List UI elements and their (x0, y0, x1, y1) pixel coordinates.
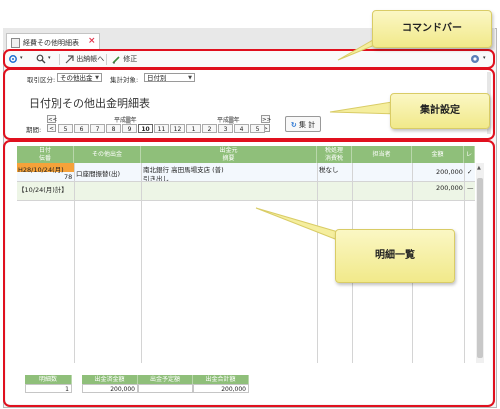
callout-command-bar: コマンドバー (372, 10, 492, 48)
callout-pointers (255, 35, 401, 249)
callout-detail-list: 明細一覧 (335, 229, 455, 283)
callout-aggregate-settings: 集計設定 (390, 93, 490, 129)
